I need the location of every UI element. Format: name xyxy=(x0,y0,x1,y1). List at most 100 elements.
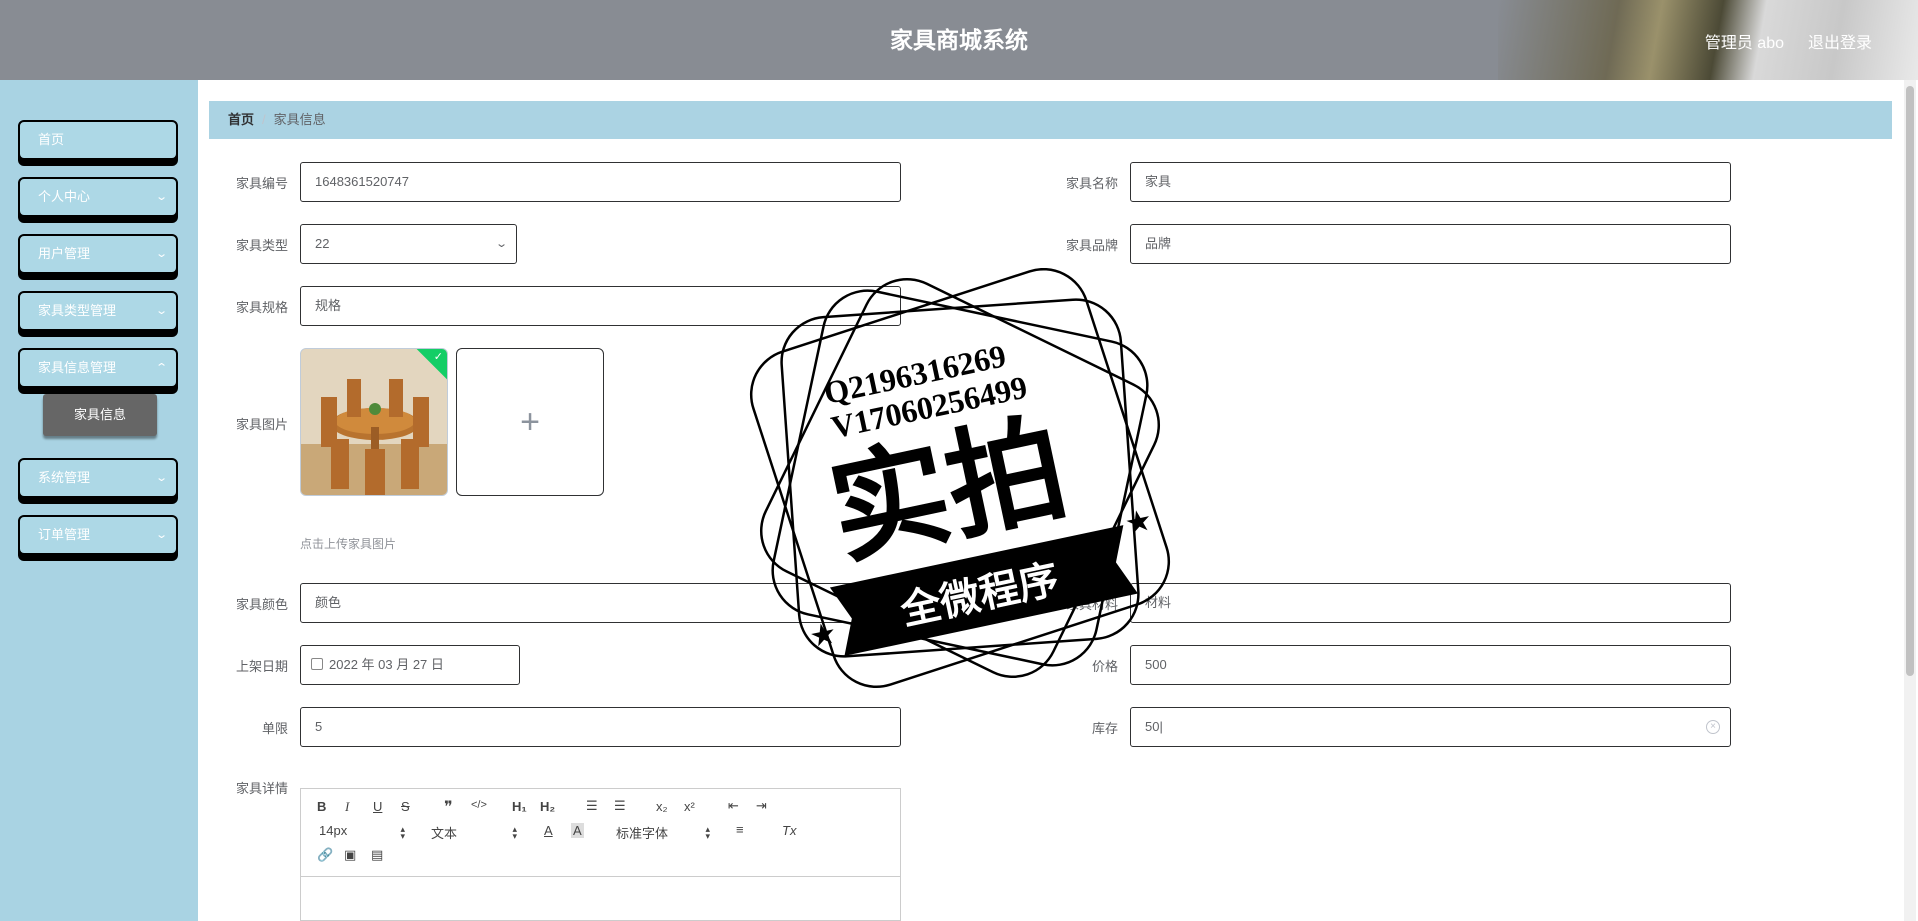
chevron-down-icon: ⌄ xyxy=(494,238,508,250)
font-color-icon[interactable]: A xyxy=(544,823,553,838)
bullet-list-icon[interactable]: ☰ xyxy=(614,798,626,814)
sidebar-item-label: 用户管理 xyxy=(38,246,91,261)
sidebar-item-users[interactable]: 用户管理 ⌄ xyxy=(18,234,178,274)
code-input[interactable]: 1648361520747 xyxy=(300,162,901,202)
strike-button[interactable]: S xyxy=(401,799,410,814)
spec-input[interactable]: 规格 xyxy=(300,286,901,326)
font-size-select[interactable]: 14px ▴ ▾ xyxy=(319,823,405,841)
breadcrumb-home[interactable]: 首页 xyxy=(228,112,254,127)
select-arrows-icon: ▴ ▾ xyxy=(705,824,710,841)
name-label: 家具名称 xyxy=(1065,176,1118,191)
clear-icon[interactable]: × xyxy=(1706,720,1720,734)
sidebar-item-home[interactable]: 首页 xyxy=(18,120,178,160)
watermark-stamp: Q2196316269 V17060256499 实拍 全微程序 ★ ★ xyxy=(749,268,1171,689)
outdent-icon[interactable]: ⇤ xyxy=(728,798,739,814)
brand-label: 家具品牌 xyxy=(1065,238,1118,253)
font-size-value: 14px xyxy=(319,823,348,838)
stock-label: 库存 xyxy=(1091,721,1118,736)
code-button[interactable]: </> xyxy=(471,799,487,811)
link-icon[interactable]: 🔗 xyxy=(317,847,333,863)
bold-button[interactable]: B xyxy=(317,799,326,814)
chevron-down-icon: ⌄ xyxy=(154,472,168,484)
color-input[interactable]: 颜色 xyxy=(300,583,901,623)
price-input[interactable]: 500 xyxy=(1130,645,1731,685)
uploaded-image-thumbnail[interactable]: ✓ xyxy=(300,348,448,496)
price-label: 价格 xyxy=(1091,659,1118,674)
sidebar-item-furniture-info[interactable]: 家具信息管理 ⌃ xyxy=(18,348,178,388)
brand-input[interactable]: 品牌 xyxy=(1130,224,1731,264)
breadcrumb: 首页 / 家具信息 xyxy=(209,101,1892,139)
sidebar-subitem-furniture-info[interactable]: 家具信息 xyxy=(43,394,157,436)
current-user: 管理员 abo xyxy=(1704,35,1784,52)
calendar-icon xyxy=(311,658,323,670)
sidebar-item-orders[interactable]: 订单管理 ⌄ xyxy=(18,515,178,555)
material-input[interactable]: 材料 xyxy=(1130,583,1731,623)
align-icon[interactable]: ≡ xyxy=(736,822,744,837)
font-family-value: 标准字体 xyxy=(616,826,669,841)
watermark-line2: V17060256499 xyxy=(828,369,1030,446)
color-label: 家具颜色 xyxy=(235,597,288,612)
superscript-button[interactable]: x² xyxy=(684,799,695,814)
subscript-button[interactable]: x₂ xyxy=(656,799,668,814)
date-picker[interactable]: 2022 年 03 月 27 日 xyxy=(300,645,520,685)
block-type-select[interactable]: 文本 ▴ ▾ xyxy=(431,823,517,842)
select-arrows-icon: ▴ ▾ xyxy=(512,824,517,841)
breadcrumb-separator: / xyxy=(262,112,266,127)
app-header: 家具商城系统 管理员 abo 退出登录 xyxy=(0,0,1918,80)
sidebar-item-label: 家具信息管理 xyxy=(38,360,117,375)
editor-toolbar: B I U S ❞ </> H₁ H₂ ☰ ☰ x₂ x² ⇤ ⇥ 14px ▴… xyxy=(301,789,900,877)
chevron-down-icon: ⌄ xyxy=(154,305,168,317)
name-input[interactable]: 家具 xyxy=(1130,162,1731,202)
breadcrumb-current: 家具信息 xyxy=(273,112,326,127)
underline-button[interactable]: U xyxy=(373,799,382,814)
sidebar: 首页 个人中心 ⌄ 用户管理 ⌄ 家具类型管理 ⌄ 家具信息管理 ⌃ 家具信息 … xyxy=(0,80,198,921)
limit-label: 单限 xyxy=(261,721,288,736)
check-icon: ✓ xyxy=(433,351,443,363)
sidebar-item-label: 订单管理 xyxy=(38,527,91,542)
image-label: 家具图片 xyxy=(235,417,288,432)
upload-tip: 点击上传家具图片 xyxy=(300,537,397,551)
clear-format-button[interactable]: Tx xyxy=(782,823,796,838)
page-scrollbar[interactable] xyxy=(1904,80,1916,921)
sidebar-item-system[interactable]: 系统管理 ⌄ xyxy=(18,458,178,498)
star-icon: ★ xyxy=(1122,503,1155,541)
rich-text-editor: B I U S ❞ </> H₁ H₂ ☰ ☰ x₂ x² ⇤ ⇥ 14px ▴… xyxy=(300,788,901,921)
font-family-select[interactable]: 标准字体 ▴ ▾ xyxy=(616,823,710,842)
ordered-list-icon[interactable]: ☰ xyxy=(586,798,598,814)
upload-image-button[interactable]: + xyxy=(456,348,604,496)
indent-icon[interactable]: ⇥ xyxy=(756,798,767,814)
background-color-icon[interactable]: A xyxy=(571,823,584,838)
image-icon[interactable]: ▣ xyxy=(344,847,356,863)
sidebar-item-label: 系统管理 xyxy=(38,470,91,485)
stock-input[interactable]: 50| × xyxy=(1130,707,1731,747)
furniture-dining-set-image xyxy=(301,349,447,495)
logout-button[interactable]: 退出登录 xyxy=(1808,29,1872,53)
type-select[interactable]: 22 ⌄ xyxy=(300,224,517,264)
chevron-down-icon: ⌄ xyxy=(154,529,168,541)
type-label: 家具类型 xyxy=(235,238,288,253)
chevron-down-icon: ⌄ xyxy=(154,248,168,260)
scrollbar-thumb[interactable] xyxy=(1906,86,1914,676)
watermark-main: 实拍 xyxy=(818,398,1078,582)
chevron-up-icon: ⌃ xyxy=(154,362,168,374)
video-icon[interactable]: ▤ xyxy=(371,847,383,863)
material-label: 家具材料 xyxy=(1065,597,1118,612)
detail-label: 家具详情 xyxy=(235,781,288,796)
date-label: 上架日期 xyxy=(235,659,288,674)
stock-value: 50 xyxy=(1145,719,1160,734)
sidebar-item-label: 首页 xyxy=(38,132,65,147)
sidebar-item-label: 家具类型管理 xyxy=(38,303,117,318)
sidebar-item-furniture-types[interactable]: 家具类型管理 ⌄ xyxy=(18,291,178,331)
limit-input[interactable]: 5 xyxy=(300,707,901,747)
h2-button[interactable]: H₂ xyxy=(540,799,555,814)
date-value: 2022 年 03 月 27 日 xyxy=(329,657,444,672)
block-type-value: 文本 xyxy=(431,826,458,841)
h1-button[interactable]: H₁ xyxy=(512,799,527,814)
spec-label: 家具规格 xyxy=(235,300,288,315)
type-select-value: 22 xyxy=(315,236,330,251)
italic-button[interactable]: I xyxy=(345,799,349,815)
sidebar-item-profile[interactable]: 个人中心 ⌄ xyxy=(18,177,178,217)
code-label: 家具编号 xyxy=(235,176,288,191)
select-arrows-icon: ▴ ▾ xyxy=(400,824,405,841)
quote-button[interactable]: ❞ xyxy=(444,797,453,817)
